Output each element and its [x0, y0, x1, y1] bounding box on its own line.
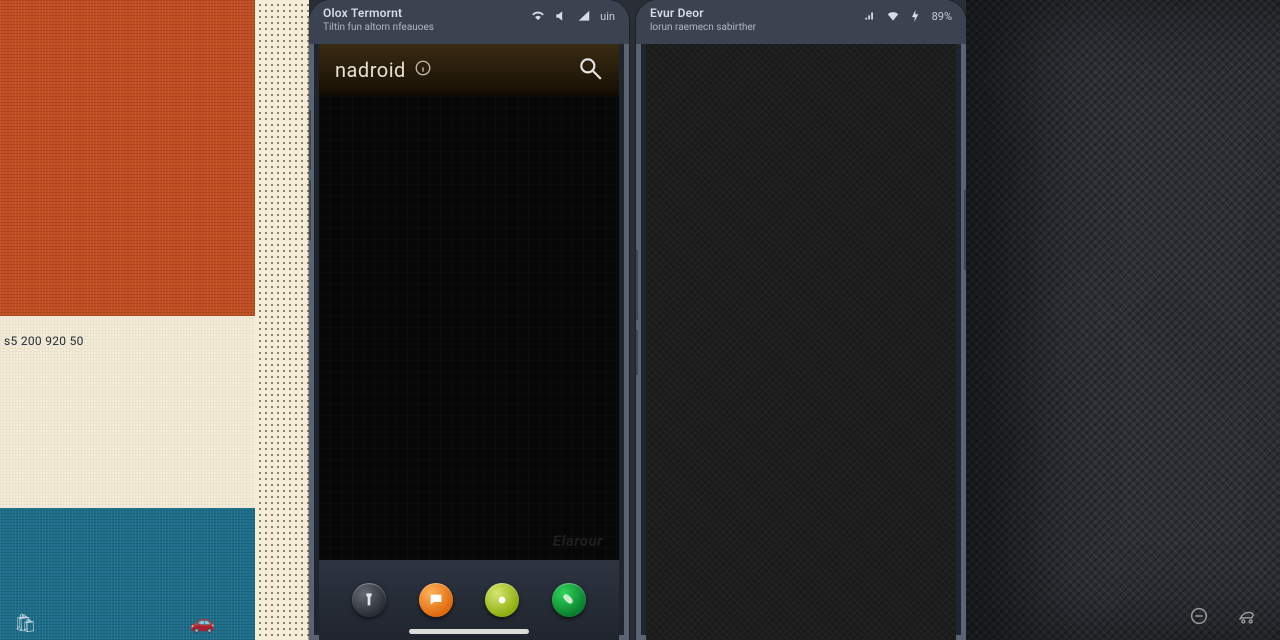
phone-a: Olox Termornt Tiltin fun altorn nfeauoes…: [309, 0, 629, 640]
battery-text-b: 89%: [932, 10, 952, 23]
dock-flashlight-icon[interactable]: [352, 583, 386, 617]
phone-b: Evur Deor lorun raemecn sabirther 89%: [636, 0, 966, 640]
wifi-icon: [531, 9, 545, 23]
halftone-strip: [255, 0, 309, 640]
phone-a-volume-up[interactable]: [309, 110, 311, 170]
charging-icon: [909, 9, 923, 23]
status-subtitle: Tiltin fun altorn nfeauoes: [323, 22, 615, 33]
home-handle[interactable]: [409, 629, 529, 634]
phone-b-screen[interactable]: [646, 44, 956, 640]
texture-swatches: s5 200 920 50 🛍 🚗: [0, 0, 255, 640]
battery-text: uin: [600, 10, 615, 23]
watermark: Elarour: [553, 532, 603, 550]
info-icon[interactable]: [414, 59, 432, 81]
panel-icon-a: [1188, 605, 1210, 632]
search-icon[interactable]: [577, 55, 603, 85]
signal-small-icon: [863, 9, 877, 23]
swatch-orange: [0, 0, 255, 316]
dock: [319, 560, 619, 640]
wifi-icon: [886, 9, 900, 23]
speaker-icon: [554, 9, 568, 23]
swatch-cream: s5 200 920 50: [0, 316, 255, 508]
phone-b-statusbar: Evur Deor lorun raemecn sabirther 89%: [636, 0, 966, 44]
dock-voice-icon[interactable]: [485, 583, 519, 617]
phone-a-screen: nadroid Elarour: [319, 44, 619, 640]
swatch-teal: 🛍 🚗: [0, 508, 255, 640]
phone-b-side-button-2[interactable]: [636, 330, 638, 375]
teal-icon-a: 🛍: [14, 613, 37, 634]
phone-b-side-button[interactable]: [636, 250, 638, 320]
app-canvas[interactable]: Elarour: [319, 96, 619, 560]
swatch-code-label: s5 200 920 50: [4, 334, 84, 348]
panel-icon-b: [1236, 605, 1258, 632]
app-title: nadroid: [335, 58, 406, 82]
phone-a-statusbar: Olox Termornt Tiltin fun altorn nfeauoes…: [309, 0, 629, 44]
app-bar: nadroid: [319, 44, 619, 96]
dock-phone-icon[interactable]: [552, 583, 586, 617]
panel-right: [966, 0, 1280, 640]
phone-a-volume-down[interactable]: [309, 180, 311, 240]
teal-icon-b: 🚗: [190, 610, 215, 634]
signal-icon: [577, 9, 591, 23]
status-subtitle-b: lorun raemecn sabirther: [650, 22, 952, 33]
dock-chat-icon[interactable]: [419, 583, 453, 617]
